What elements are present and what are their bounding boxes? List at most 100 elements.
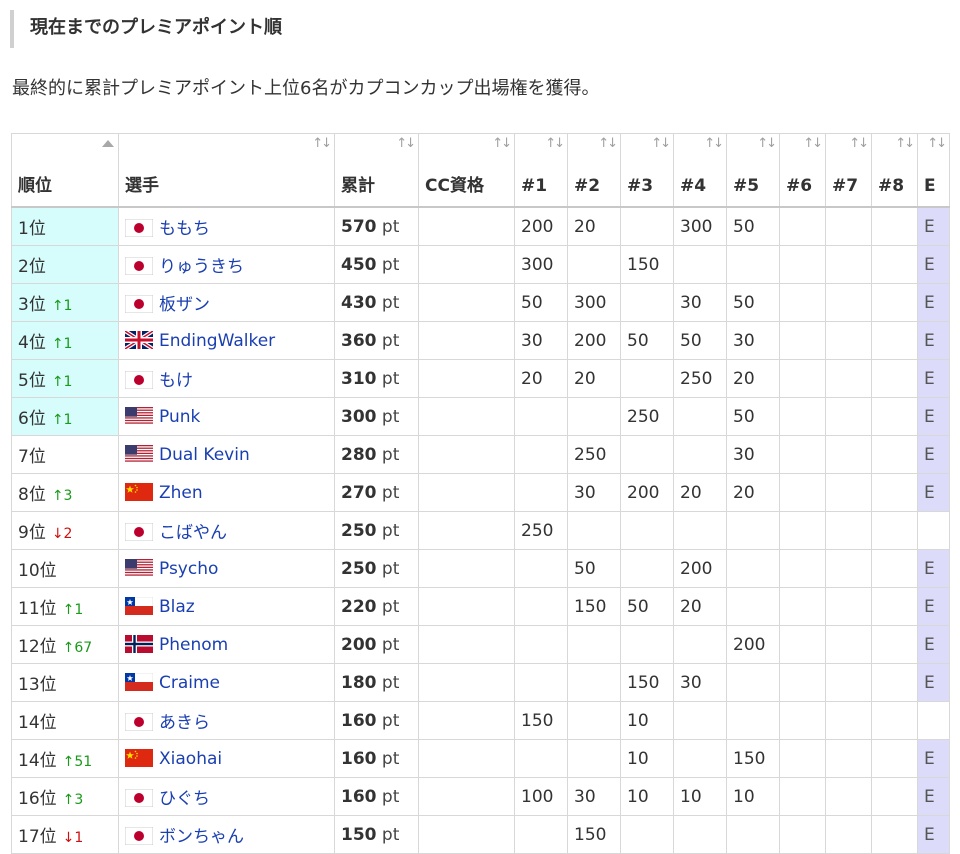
sort-icon: ↑↓ — [927, 136, 947, 151]
points-unit: pt — [381, 824, 400, 845]
player-link[interactable]: あきら — [159, 713, 210, 733]
column-header-cc[interactable]: ↑↓ CC資格 — [418, 133, 515, 208]
player-link[interactable]: Psycho — [159, 559, 218, 579]
total-points-value: 450 — [341, 254, 377, 275]
event-4-points-cell: 300 — [673, 206, 727, 246]
rank-value: 17位 — [18, 827, 57, 847]
player-link[interactable]: EndingWalker — [159, 331, 275, 351]
column-header-event-5[interactable]: ↑↓ #5 — [726, 133, 780, 208]
event-2-points-cell: 150 — [567, 815, 621, 854]
event-7-points-cell — [825, 777, 872, 816]
player-link[interactable]: ももち — [159, 219, 210, 239]
points-unit: pt — [381, 254, 400, 275]
cc-qualification-cell — [418, 359, 515, 398]
cc-qualification-cell — [418, 435, 515, 474]
event-1-points-cell — [514, 739, 568, 778]
column-header-event-7[interactable]: ↑↓ #7 — [825, 133, 872, 208]
event-7-points-cell — [825, 206, 872, 246]
player-cell: もけ — [118, 359, 335, 398]
event-8-points-cell — [871, 815, 918, 854]
column-header-total[interactable]: ↑↓ 累計 — [334, 133, 419, 208]
event-5-points-cell: 200 — [726, 625, 780, 664]
total-points-value: 160 — [341, 710, 377, 731]
event-7-points-cell — [825, 397, 872, 436]
column-header-event-6[interactable]: ↑↓ #6 — [779, 133, 826, 208]
flag-no-icon — [125, 634, 153, 653]
cc-qualification-cell — [418, 815, 515, 854]
table-row: 14位 あきら 160 pt 150 10 — [11, 701, 950, 740]
player-link[interactable]: Xiaohai — [159, 749, 222, 769]
rank-value: 9位 — [18, 523, 46, 543]
event-4-points-cell: 20 — [673, 473, 727, 512]
event-7-points-cell — [825, 359, 872, 398]
column-header-rank[interactable]: 順位 — [11, 133, 119, 208]
event-2-points-cell: 30 — [567, 473, 621, 512]
event-8-points-cell — [871, 359, 918, 398]
event-4-points-cell — [673, 435, 727, 474]
event-2-points-cell — [567, 739, 621, 778]
evo-cell: E — [917, 206, 950, 246]
event-5-points-cell: 10 — [726, 777, 780, 816]
player-cell: Psycho — [118, 549, 335, 588]
event-4-points-cell: 250 — [673, 359, 727, 398]
player-cell: Xiaohai — [118, 739, 335, 778]
event-5-points-cell: 20 — [726, 359, 780, 398]
column-header-event-2[interactable]: ↑↓ #2 — [567, 133, 621, 208]
rank-cell: 4位 ↑1 — [11, 321, 119, 360]
player-link[interactable]: こばやん — [159, 523, 227, 543]
player-link[interactable]: Blaz — [159, 597, 195, 617]
flag-us-icon — [125, 558, 153, 577]
event-7-points-cell — [825, 815, 872, 854]
player-link[interactable]: Craime — [159, 673, 220, 693]
player-link[interactable]: もけ — [159, 371, 193, 391]
column-header-event-8[interactable]: ↑↓ #8 — [871, 133, 918, 208]
event-4-points-cell — [673, 701, 727, 740]
event-7-points-cell — [825, 625, 872, 664]
total-points-value: 310 — [341, 368, 377, 389]
event-8-points-cell — [871, 206, 918, 246]
points-unit: pt — [381, 292, 400, 313]
player-link[interactable]: Punk — [159, 407, 200, 427]
rank-cell: 6位 ↑1 — [11, 397, 119, 436]
event-5-points-cell: 50 — [726, 283, 780, 322]
column-header-event-3[interactable]: ↑↓ #3 — [620, 133, 674, 208]
player-link[interactable]: Zhen — [159, 483, 203, 503]
total-points-cell: 160 pt — [334, 739, 419, 778]
total-points-cell: 300 pt — [334, 397, 419, 436]
player-link[interactable]: 板ザン — [159, 295, 210, 315]
total-points-cell: 250 pt — [334, 549, 419, 588]
rank-value: 12位 — [18, 637, 57, 657]
event-8-points-cell — [871, 321, 918, 360]
flag-cn-icon — [125, 748, 153, 767]
rank-value: 3位 — [18, 295, 46, 315]
column-header-evo[interactable]: ↑↓ E — [917, 133, 950, 208]
event-4-points-cell — [673, 397, 727, 436]
rank-value: 16位 — [18, 789, 57, 809]
event-1-points-cell — [514, 587, 568, 626]
event-2-points-cell: 250 — [567, 435, 621, 474]
player-cell: Punk — [118, 397, 335, 436]
table-row: 12位 ↑67 Phenom 200 pt 200 E — [11, 625, 950, 664]
event-8-points-cell — [871, 777, 918, 816]
player-cell: EndingWalker — [118, 321, 335, 360]
event-3-points-cell — [620, 359, 674, 398]
column-header-event-1[interactable]: ↑↓ #1 — [514, 133, 568, 208]
event-3-points-cell: 250 — [620, 397, 674, 436]
column-header-player[interactable]: ↑↓ 選手 — [118, 133, 335, 208]
player-cell: Zhen — [118, 473, 335, 512]
points-unit: pt — [381, 786, 400, 807]
event-3-points-cell: 10 — [620, 701, 674, 740]
event-6-points-cell — [779, 397, 826, 436]
event-5-points-cell: 20 — [726, 473, 780, 512]
event-2-points-cell: 20 — [567, 206, 621, 246]
intro-text: 最終的に累計プレミアポイント上位6名がカプコンカップ出場権を獲得。 — [12, 78, 600, 99]
player-link[interactable]: ボンちゃん — [159, 827, 244, 847]
rank-cell: 11位 ↑1 — [11, 587, 119, 626]
player-link[interactable]: ひぐち — [159, 789, 210, 809]
column-header-event-4[interactable]: ↑↓ #4 — [673, 133, 727, 208]
player-link[interactable]: Dual Kevin — [159, 445, 250, 465]
player-link[interactable]: Phenom — [159, 635, 228, 655]
table-row: 13位 Craime 180 pt 150 30 E — [11, 663, 950, 702]
event-5-points-cell — [726, 587, 780, 626]
player-link[interactable]: りゅうきち — [159, 257, 244, 277]
